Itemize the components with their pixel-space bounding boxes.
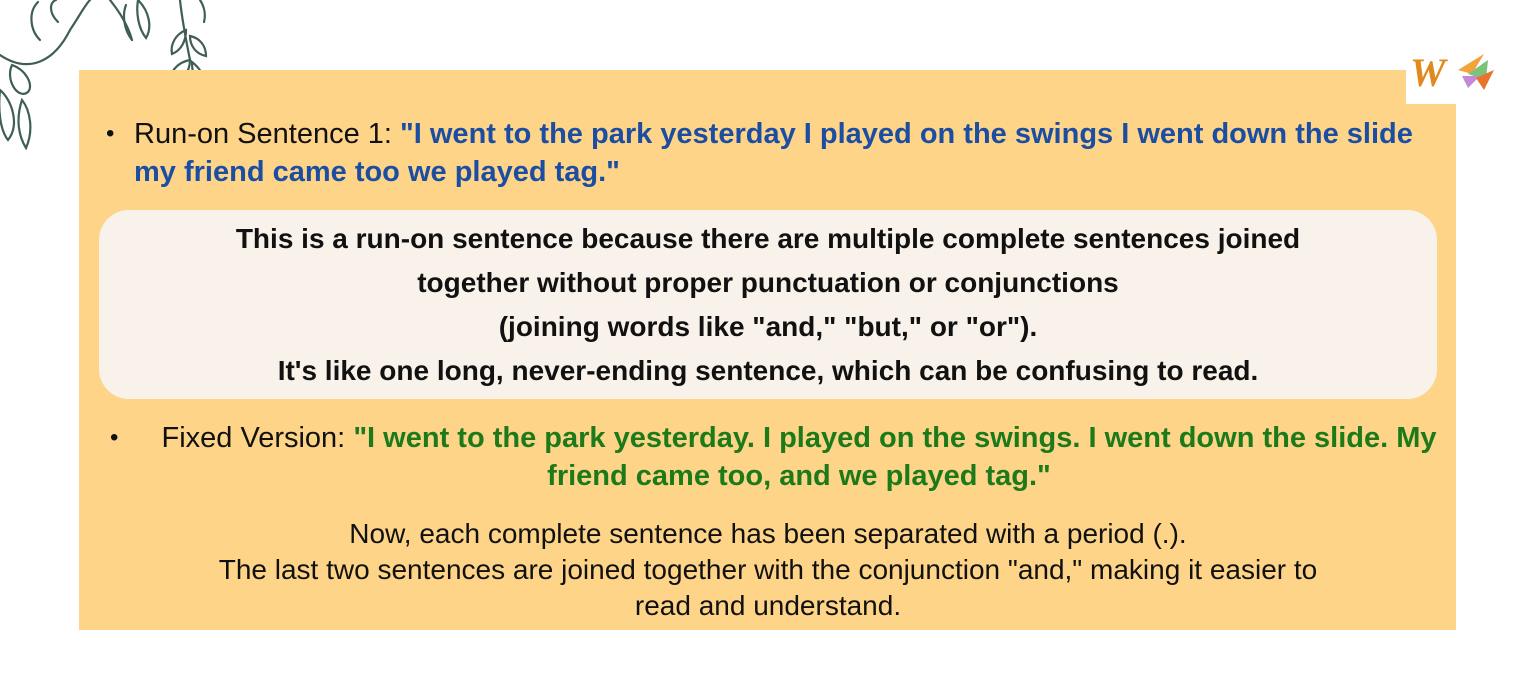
explanation-line: This is a run-on sentence because there … — [235, 222, 1301, 254]
bullet-dot: • — [106, 120, 115, 147]
run-on-example-item: • Run-on Sentence 1: "I went to the park… — [106, 115, 1416, 191]
fixed-version-item: • Fixed Version: "I went to the park yes… — [110, 419, 1450, 495]
logo-letter: W — [1410, 50, 1448, 95]
fixed-quote: "I went to the park yesterday. I played … — [353, 422, 1437, 492]
bullet-dot: • — [110, 424, 119, 451]
explanation-line: It's like one long, never-ending sentenc… — [277, 354, 1259, 386]
explanation-line: (joining words like "and," "but," or "or… — [498, 310, 1038, 342]
explanation-line: together without proper punctuation or c… — [417, 266, 1119, 298]
summary-line: The last two sentences are joined togeth… — [218, 554, 1318, 585]
run-on-label: Run-on Sentence 1: — [134, 118, 401, 150]
summary-text: Now, each complete sentence has been sep… — [80, 516, 1456, 624]
brand-logo: W — [1406, 40, 1500, 104]
brand-logo-icon: W — [1410, 50, 1494, 95]
summary-line: read and understand. — [634, 590, 902, 621]
summary-line: Now, each complete sentence has been sep… — [349, 518, 1187, 549]
fixed-label: Fixed Version: — [161, 422, 354, 454]
explanation-box: This is a run-on sentence because there … — [99, 210, 1437, 399]
